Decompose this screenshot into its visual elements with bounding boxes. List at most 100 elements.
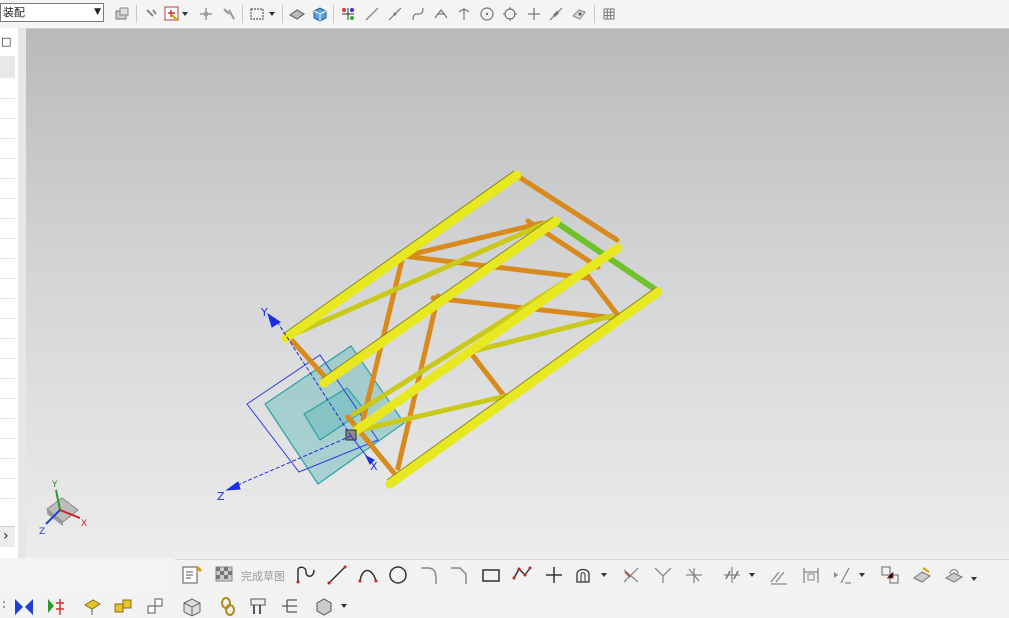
model-canvas[interactable]: Y Z X Y X Z bbox=[26, 29, 1009, 558]
brace-member[interactable] bbox=[467, 349, 508, 400]
chevron-right-icon: › bbox=[3, 528, 9, 544]
interference-check-icon[interactable] bbox=[247, 594, 271, 618]
rectangle-icon[interactable] bbox=[479, 563, 503, 587]
point-on-face-icon[interactable] bbox=[569, 4, 589, 24]
node-plate[interactable] bbox=[345, 429, 357, 441]
arrow-icon bbox=[267, 312, 281, 328]
grid-icon[interactable] bbox=[599, 4, 619, 24]
mid-point-icon[interactable] bbox=[385, 4, 405, 24]
chevron-down-icon[interactable] bbox=[856, 567, 868, 583]
list-row-divider bbox=[0, 158, 15, 159]
shaded-body-icon[interactable] bbox=[287, 4, 307, 24]
toolbar-separator bbox=[282, 5, 283, 23]
associate-icon[interactable] bbox=[878, 563, 902, 587]
list-row-divider bbox=[0, 98, 15, 99]
view-triad[interactable]: Y X Z bbox=[39, 480, 87, 537]
chevron-down-icon[interactable] bbox=[267, 4, 277, 24]
mirror-curve-icon[interactable] bbox=[720, 563, 744, 587]
panel-splitter[interactable] bbox=[18, 28, 26, 558]
exploded-view-icon[interactable] bbox=[180, 594, 204, 618]
polygon-icon[interactable] bbox=[510, 563, 534, 587]
brace-member[interactable] bbox=[286, 334, 328, 380]
quadrant-point-icon[interactable] bbox=[500, 4, 520, 24]
line-icon[interactable] bbox=[325, 563, 349, 587]
list-row-divider bbox=[0, 438, 15, 439]
finish-sketch-flag-icon[interactable] bbox=[212, 563, 236, 587]
rectangle-select-icon[interactable] bbox=[247, 4, 267, 24]
mirror-assembly-icon[interactable] bbox=[12, 594, 36, 618]
csys-x-label: X bbox=[370, 460, 378, 473]
chevron-down-icon[interactable] bbox=[968, 571, 980, 587]
list-row-divider bbox=[0, 338, 15, 339]
chevron-down-icon[interactable] bbox=[338, 598, 350, 614]
toolbar-grip-icon bbox=[0, 594, 8, 618]
brace-member[interactable] bbox=[580, 267, 620, 317]
quick-trim-icon[interactable] bbox=[619, 563, 643, 587]
top-rail[interactable] bbox=[281, 170, 522, 343]
scroll-right-button[interactable]: › bbox=[0, 526, 15, 547]
make-corner-icon[interactable] bbox=[682, 563, 706, 587]
list-row-divider bbox=[0, 378, 15, 379]
list-row-divider bbox=[0, 118, 15, 119]
point-icon[interactable] bbox=[542, 563, 566, 587]
auto-constrain-icon[interactable] bbox=[830, 563, 854, 587]
chevron-down-icon[interactable] bbox=[598, 567, 610, 583]
arc-icon[interactable] bbox=[356, 563, 380, 587]
circle-icon[interactable] bbox=[386, 563, 410, 587]
list-row-divider bbox=[0, 278, 15, 279]
point-on-curve-icon[interactable] bbox=[546, 4, 566, 24]
circle-center-icon[interactable] bbox=[477, 4, 497, 24]
move-component-icon[interactable] bbox=[80, 594, 104, 618]
dimension-icon[interactable] bbox=[799, 563, 823, 587]
reattach-icon[interactable] bbox=[910, 563, 934, 587]
graphics-viewport[interactable]: Y Z X Y X Z bbox=[26, 29, 1009, 558]
end-point-icon[interactable] bbox=[362, 4, 382, 24]
list-row-divider bbox=[0, 258, 15, 259]
control-point-icon[interactable] bbox=[408, 4, 428, 24]
snap-curve-icon[interactable] bbox=[219, 4, 239, 24]
wave-geometry-linker-icon[interactable] bbox=[216, 594, 240, 618]
quick-extend-icon[interactable] bbox=[651, 563, 675, 587]
select-assembly-icon[interactable] bbox=[112, 4, 132, 24]
sketch-icon[interactable] bbox=[180, 563, 204, 587]
list-row-divider bbox=[0, 318, 15, 319]
snap-point-icon[interactable] bbox=[142, 4, 162, 24]
panel-header bbox=[0, 56, 15, 78]
existing-point-icon[interactable] bbox=[524, 4, 544, 24]
component-pattern-icon[interactable] bbox=[44, 594, 68, 618]
assembly-constraints-icon[interactable] bbox=[111, 594, 135, 618]
toolbar-separator bbox=[333, 5, 334, 23]
list-row-divider bbox=[0, 238, 15, 239]
panel-collapse-icon[interactable]: □ bbox=[1, 35, 11, 48]
offset-curve-icon[interactable] bbox=[572, 563, 596, 587]
list-row-divider bbox=[0, 218, 15, 219]
profile-icon[interactable] bbox=[294, 563, 318, 587]
finish-sketch-label[interactable]: 完成草图 bbox=[241, 568, 285, 584]
snap-intersection-icon[interactable] bbox=[196, 4, 216, 24]
snap-points-icon[interactable] bbox=[338, 4, 358, 24]
show-degrees-of-freedom-icon[interactable] bbox=[143, 594, 167, 618]
resource-bar: □ › bbox=[0, 28, 19, 558]
intersection-point-icon[interactable] bbox=[431, 4, 451, 24]
chevron-down-icon[interactable] bbox=[746, 567, 758, 583]
selection-filter-dropdown[interactable]: 装配 ▼ bbox=[0, 3, 104, 22]
fillet-icon[interactable] bbox=[417, 563, 441, 587]
chevron-down-icon[interactable] bbox=[180, 4, 190, 24]
orient-view-icon[interactable] bbox=[942, 563, 966, 587]
assembly-navigator-icon[interactable] bbox=[278, 594, 302, 618]
list-row-divider bbox=[0, 178, 15, 179]
selection-filter-value: 装配 bbox=[3, 6, 25, 19]
list-row-divider bbox=[0, 398, 15, 399]
solid-cube-icon[interactable] bbox=[310, 4, 330, 24]
list-row-divider bbox=[0, 498, 15, 499]
list-row-divider bbox=[0, 198, 15, 199]
toolbar-separator bbox=[242, 5, 243, 23]
chevron-down-icon[interactable]: ▼ bbox=[94, 4, 101, 21]
arc-center-icon[interactable] bbox=[454, 4, 474, 24]
constraints-icon[interactable] bbox=[767, 563, 791, 587]
triad-z-label: Z bbox=[39, 527, 45, 537]
weight-management-icon[interactable] bbox=[312, 594, 336, 618]
chamfer-icon[interactable] bbox=[447, 563, 471, 587]
point-constructor-icon[interactable] bbox=[162, 4, 182, 24]
list-row-divider bbox=[0, 358, 15, 359]
